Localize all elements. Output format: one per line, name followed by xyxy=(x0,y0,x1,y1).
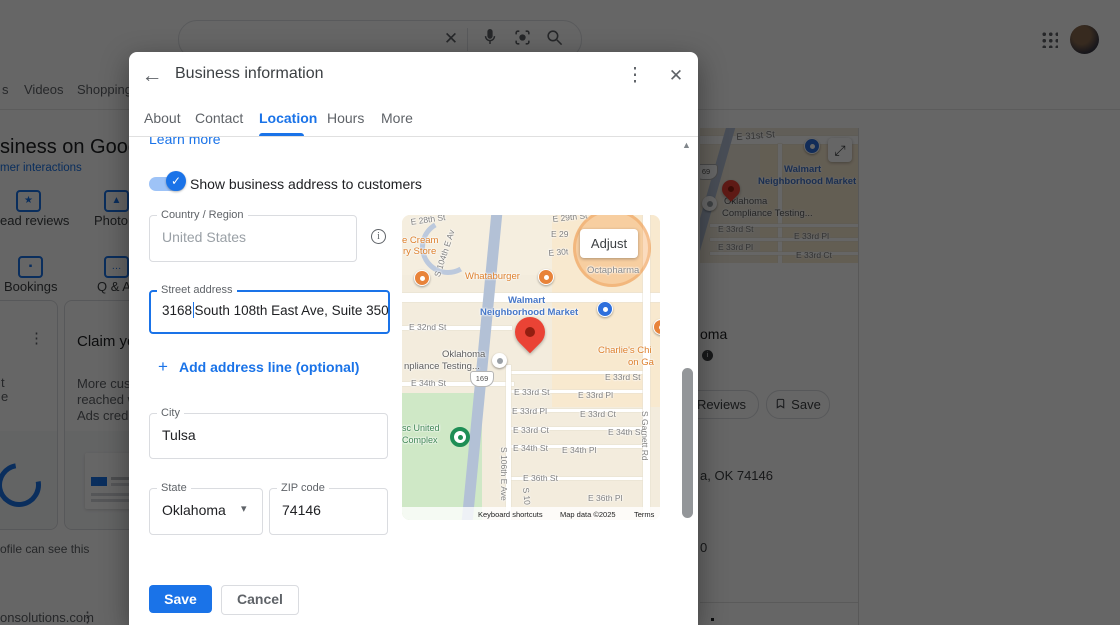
map-poi-label: Complex xyxy=(402,435,438,445)
map-street-label: E 34th St xyxy=(513,443,548,453)
adjust-button[interactable]: Adjust xyxy=(580,229,638,258)
screen: ✕ s Videos Shopping siness on Google mer… xyxy=(0,0,1120,625)
map-attribution-link: Map data ©2025 xyxy=(560,510,616,519)
save-button[interactable]: Save xyxy=(149,585,212,613)
state-label: State xyxy=(157,482,191,494)
map-street-label: E 36th Pl xyxy=(588,493,623,503)
map-street-label: E 33rd Pl xyxy=(512,406,547,416)
walmart-cart-pin xyxy=(597,301,613,317)
map-street-label: E 34th Pl xyxy=(562,445,597,455)
learn-more-link[interactable]: Learn more xyxy=(149,137,221,147)
map-poi-label: on Ga xyxy=(628,357,654,368)
toggle-label: Show business address to customers xyxy=(190,176,422,192)
map-poi-label: e Cream xyxy=(402,235,439,246)
show-address-toggle-thumb[interactable]: ✓ xyxy=(166,171,186,191)
chevron-down-icon[interactable]: ▾ xyxy=(241,502,247,515)
street-address-value-after[interactable]: South 108th East Ave, Suite 350 xyxy=(195,303,389,318)
add-icon[interactable]: + xyxy=(158,357,168,377)
map-street-label: E 33rd Pl xyxy=(578,390,613,400)
tab-location[interactable]: Location xyxy=(259,100,317,136)
country-label: Country / Region xyxy=(157,209,248,221)
scrollbar-up-arrow[interactable]: ▲ xyxy=(682,140,691,150)
business-information-dialog: ← Business information ⋮ ✕ About Contact… xyxy=(129,52,698,625)
restaurant-pin xyxy=(538,269,554,285)
back-icon[interactable]: ← xyxy=(140,64,164,88)
map-street-label: E 33rd Ct xyxy=(580,409,616,419)
map-street-label: E 32nd St xyxy=(409,322,447,332)
city-value[interactable]: Tulsa xyxy=(162,427,196,443)
zip-value[interactable]: 74146 xyxy=(282,502,321,518)
info-icon[interactable]: i xyxy=(371,229,386,244)
dialog-title: Business information xyxy=(175,65,324,82)
map-poi-label: Whataburger xyxy=(465,271,520,282)
tab-about[interactable]: About xyxy=(144,100,181,136)
dialog-content: Learn more ✓ Show business address to cu… xyxy=(129,137,680,625)
map-poi-label: sc United xyxy=(402,423,440,433)
scrollbar-thumb[interactable] xyxy=(682,368,693,518)
zip-label: ZIP code xyxy=(277,482,329,494)
state-value: Oklahoma xyxy=(162,502,226,518)
highway-shield: 169 xyxy=(470,371,494,387)
map-attribution-link[interactable]: Terms xyxy=(634,510,654,519)
map-street-label: E 33rd Ct xyxy=(513,425,549,435)
map-street-label: E 36th St xyxy=(523,473,558,483)
restaurant-pin xyxy=(414,270,430,286)
map-street-label: S Garnett Rd xyxy=(640,411,650,461)
tab-hours[interactable]: Hours xyxy=(327,100,364,136)
street-address-value-before[interactable]: 3168 xyxy=(162,303,192,318)
map-street-label: S 10 xyxy=(521,487,533,506)
dialog-menu-icon[interactable]: ⋮ xyxy=(623,64,647,88)
map-poi-label: Walmart xyxy=(508,295,546,306)
map-poi-label: npliance Testing... xyxy=(404,361,480,372)
map-street-label: E 33rd St xyxy=(514,387,550,397)
country-value: United States xyxy=(162,229,247,245)
map-street-label: E 30t xyxy=(548,246,569,258)
map-street-label: E 34th St xyxy=(411,378,446,388)
dialog-close-icon[interactable]: ✕ xyxy=(664,64,688,88)
location-map[interactable]: Adjust E 28th St S 104th E Av E 29th St E 2… xyxy=(402,215,660,520)
map-poi-label: Oklahoma xyxy=(442,349,486,360)
cancel-button[interactable]: Cancel xyxy=(221,585,299,615)
park-poi-pin xyxy=(450,427,470,447)
street-address-label: Street address xyxy=(157,284,237,296)
map-attribution-link[interactable]: Keyboard shortcuts xyxy=(478,510,543,519)
map-poi-label: ry Store xyxy=(403,246,437,257)
tab-more[interactable]: More xyxy=(381,100,413,136)
poi-dot-pin xyxy=(492,353,507,368)
map-street-label: E 33rd St xyxy=(605,372,641,382)
map-street-label: E 29 xyxy=(551,229,569,239)
map-poi-label: Charlie's Chi xyxy=(598,345,652,356)
map-poi-label: Octapharma xyxy=(587,265,640,276)
map-street-label: S 106th E Ave xyxy=(499,447,509,501)
city-label: City xyxy=(157,407,184,419)
add-address-line-link[interactable]: Add address line (optional) xyxy=(179,359,359,375)
tab-contact[interactable]: Contact xyxy=(195,100,243,136)
map-street-label: E 34th St xyxy=(608,427,643,437)
